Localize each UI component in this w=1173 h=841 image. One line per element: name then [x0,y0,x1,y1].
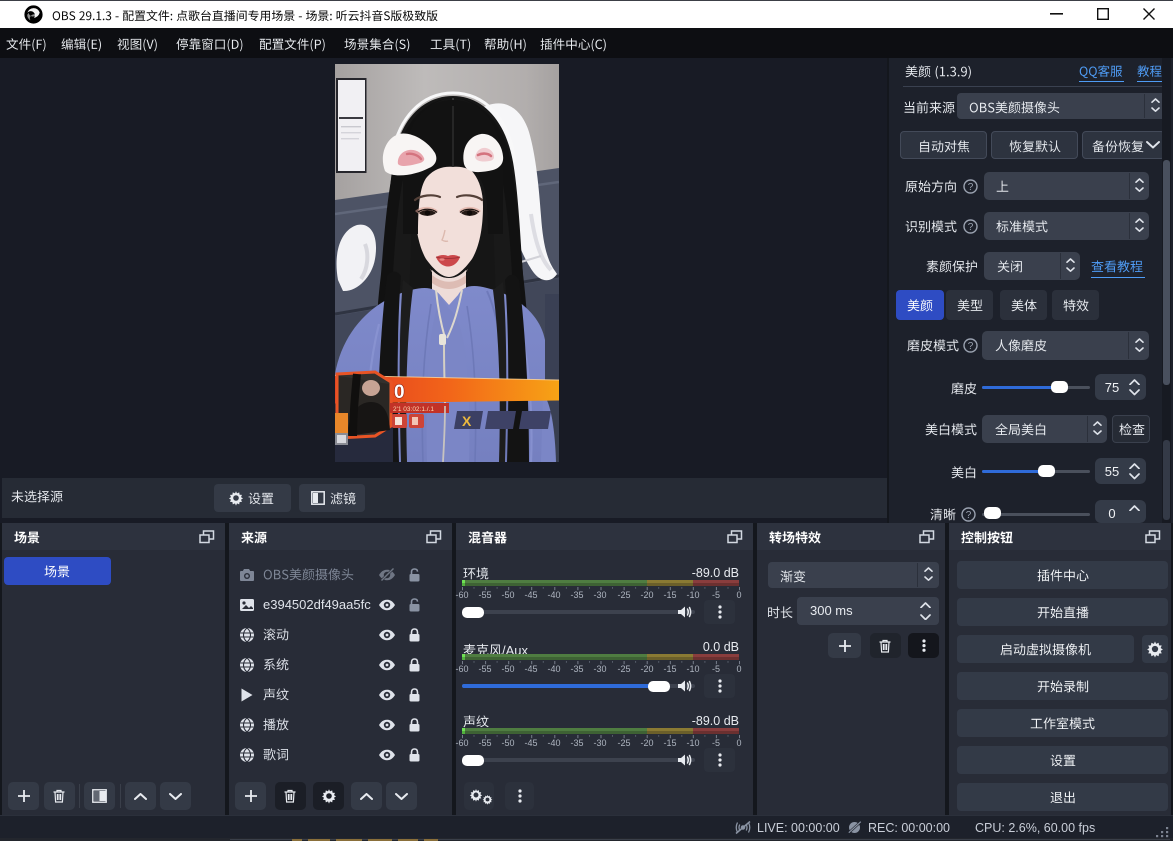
svg-text:?: ? [967,222,973,233]
svg-text:?: ? [967,341,973,352]
svg-text:0: 0 [394,382,405,403]
svg-text:?: ? [965,510,971,521]
svg-text:2'1 03:02:1./.1: 2'1 03:02:1./.1 [393,406,434,413]
svg-text:X: X [462,413,472,429]
svg-text:?: ? [967,182,973,193]
